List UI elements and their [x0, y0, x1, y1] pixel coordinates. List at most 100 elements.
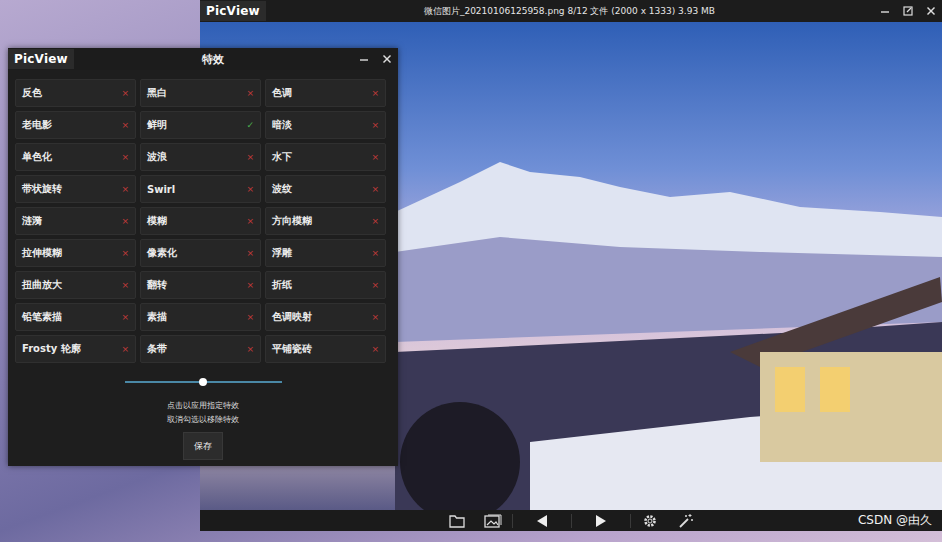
next-arrow-icon	[594, 514, 608, 528]
viewer-toolbar	[200, 510, 942, 531]
effect-label: 反色	[22, 86, 42, 100]
effect-button[interactable]: Swirl×	[140, 175, 261, 203]
effect-label: 素描	[147, 310, 167, 324]
minimize-button[interactable]	[352, 48, 375, 70]
close-icon	[926, 6, 936, 16]
effect-state-mark: ×	[121, 120, 129, 130]
effect-button[interactable]: 像素化×	[140, 239, 261, 267]
close-button[interactable]	[919, 0, 942, 22]
effect-label: 色调	[272, 86, 292, 100]
effect-state-mark: ×	[121, 152, 129, 162]
effect-label: 方向模糊	[272, 214, 312, 228]
effect-label: 黑白	[147, 86, 167, 100]
slider-thumb[interactable]	[199, 378, 207, 386]
effect-button[interactable]: 暗淡 ×	[265, 111, 386, 139]
effect-button[interactable]: Frosty 轮廓 ×	[15, 335, 136, 363]
close-button[interactable]	[375, 48, 398, 70]
save-button[interactable]: 保存	[183, 432, 223, 460]
effect-label: 鲜明	[147, 118, 167, 132]
toolbar-separator	[571, 514, 572, 528]
fullscreen-icon	[903, 6, 913, 16]
effect-state-mark: ×	[371, 184, 379, 194]
effect-button[interactable]: 鲜明 ✓	[140, 111, 261, 139]
effect-label: Frosty 轮廓	[22, 342, 81, 356]
effect-label: 老电影	[22, 118, 52, 132]
effect-button[interactable]: 翻转×	[140, 271, 261, 299]
effect-label: 浮雕	[272, 246, 292, 260]
effect-state-mark: ×	[246, 280, 254, 290]
effect-state-mark: ×	[246, 152, 254, 162]
effect-button[interactable]: 黑白×	[140, 79, 261, 107]
effect-state-mark: ✓	[246, 120, 254, 130]
effect-label: 条带	[147, 342, 167, 356]
effect-state-mark: ×	[121, 280, 129, 290]
effect-state-mark: ×	[246, 312, 254, 322]
effect-button[interactable]: 波浪 ×	[140, 143, 261, 171]
open-file-button[interactable]	[440, 510, 474, 531]
viewer-logo[interactable]: PicView	[200, 1, 266, 21]
effect-button[interactable]: 水下×	[265, 143, 386, 171]
intensity-slider[interactable]	[125, 377, 282, 387]
effect-button[interactable]: 浮雕 ×	[265, 239, 386, 267]
viewer-title: 微信图片_20210106125958.png 8/12 文件 (2000 x …	[266, 5, 873, 18]
effect-button[interactable]: 平铺瓷砖×	[265, 335, 386, 363]
next-button[interactable]	[574, 510, 628, 531]
effect-button[interactable]: 扭曲放大×	[15, 271, 136, 299]
effect-button[interactable]: 条带×	[140, 335, 261, 363]
effect-button[interactable]: 带状旋转×	[15, 175, 136, 203]
effect-button[interactable]: 波纹 ×	[265, 175, 386, 203]
previous-arrow-icon	[535, 514, 549, 528]
toolbar-separator	[630, 514, 631, 528]
hints: 点击以应用指定特效取消勾选以移除特效	[8, 387, 398, 426]
effect-button[interactable]: 反色×	[15, 79, 136, 107]
effect-label: 色调映射	[272, 310, 312, 324]
intensity-slider-row	[8, 363, 398, 387]
effect-label: 折纸	[272, 278, 292, 292]
effect-label: 单色化	[22, 150, 52, 164]
gallery-button[interactable]	[476, 510, 510, 531]
effect-state-mark: ×	[371, 280, 379, 290]
effects-title: 特效	[74, 52, 352, 67]
effect-state-mark: ×	[371, 120, 379, 130]
effect-label: 像素化	[147, 246, 177, 260]
watermark: CSDN @由久	[858, 512, 932, 529]
effect-button[interactable]: 拉伸模糊 ×	[15, 239, 136, 267]
effect-button[interactable]: 色调映射×	[265, 303, 386, 331]
effect-state-mark: ×	[371, 216, 379, 226]
effect-state-mark: ×	[371, 248, 379, 258]
effect-button[interactable]: 色调 ×	[265, 79, 386, 107]
effect-label: 波纹	[272, 182, 292, 196]
desktop: PicView微信图片_20210106125958.png 8/12 文件 (…	[0, 0, 942, 542]
effect-label: 波浪	[147, 150, 167, 164]
effect-state-mark: ×	[121, 344, 129, 354]
effects-button[interactable]	[669, 510, 703, 531]
settings-button[interactable]	[633, 510, 667, 531]
effect-label: 铅笔素描	[22, 310, 62, 324]
effect-label: 模糊	[147, 214, 167, 228]
previous-button[interactable]	[515, 510, 569, 531]
effects-logo[interactable]: PicView	[8, 49, 74, 69]
effect-button[interactable]: 方向模糊 ×	[265, 207, 386, 235]
effect-button[interactable]: 老电影 ×	[15, 111, 136, 139]
effect-button[interactable]: 折纸 ×	[265, 271, 386, 299]
toolbar-separator	[512, 514, 513, 528]
effect-button[interactable]: 铅笔素描×	[15, 303, 136, 331]
effect-label: 水下	[272, 150, 292, 164]
gear-icon	[642, 513, 658, 529]
minimize-button[interactable]	[873, 0, 896, 22]
effect-label: 暗淡	[272, 118, 292, 132]
window-controls	[352, 48, 398, 70]
effect-state-mark: ×	[246, 184, 254, 194]
effect-button[interactable]: 素描 ×	[140, 303, 261, 331]
effect-state-mark: ×	[246, 216, 254, 226]
effects-window: PicView特效反色×黑白×色调×老电影×鲜明✓暗淡×单色化×波浪×水下×带状…	[8, 48, 398, 466]
effect-button[interactable]: 涟漪×	[15, 207, 136, 235]
effect-state-mark: ×	[371, 88, 379, 98]
effect-state-mark: ×	[371, 344, 379, 354]
fullscreen-button[interactable]	[896, 0, 919, 22]
viewer-titlebar: PicView微信图片_20210106125958.png 8/12 文件 (…	[200, 0, 942, 22]
effect-button[interactable]: 模糊 ×	[140, 207, 261, 235]
effect-state-mark: ×	[121, 248, 129, 258]
effect-button[interactable]: 单色化 ×	[15, 143, 136, 171]
effect-label: 拉伸模糊	[22, 246, 62, 260]
